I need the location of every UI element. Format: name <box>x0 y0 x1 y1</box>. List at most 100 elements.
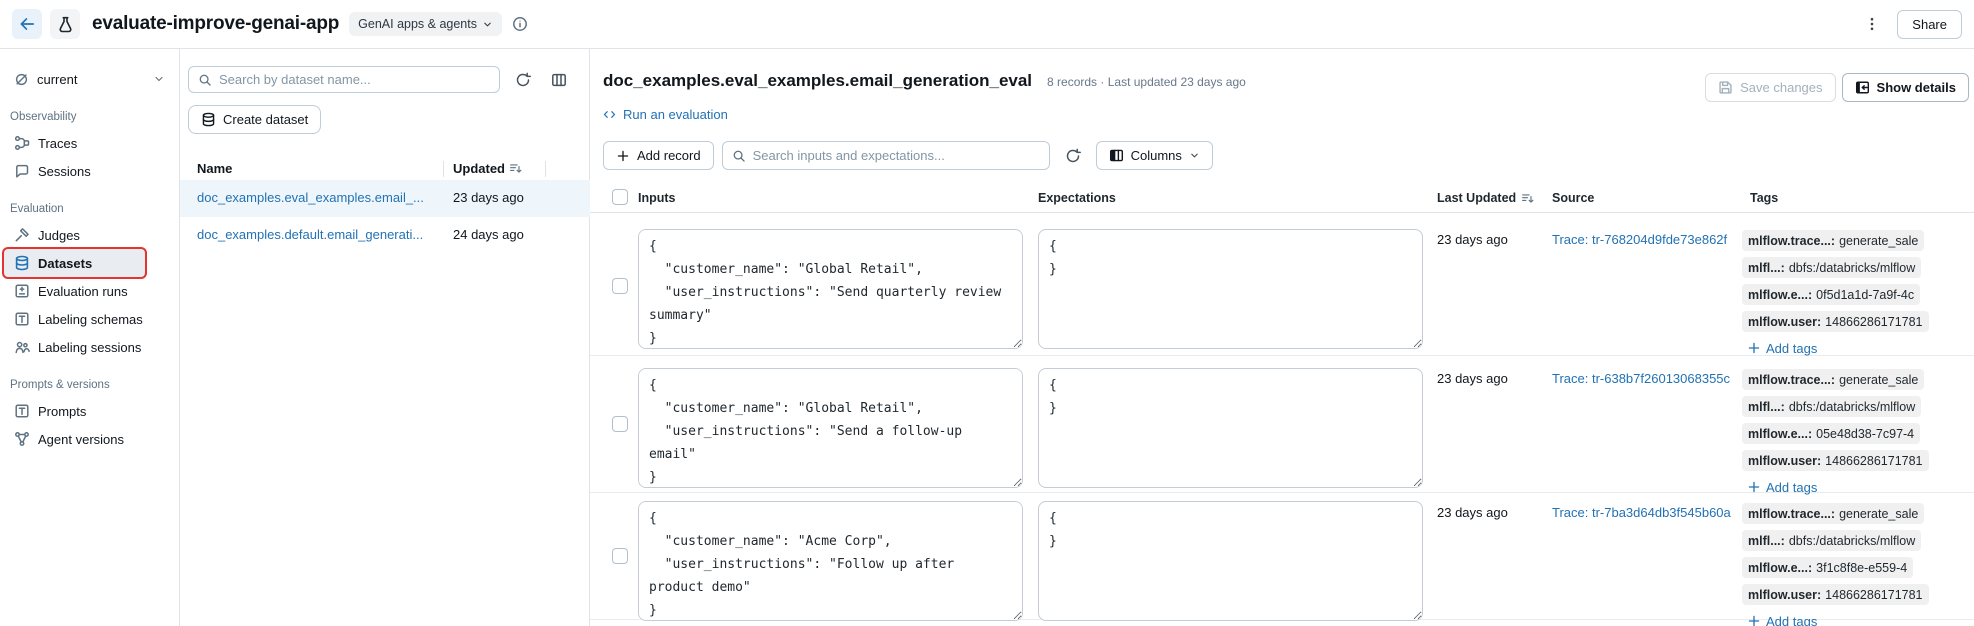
experiment-version-selector[interactable]: current <box>6 65 173 93</box>
column-divider <box>545 161 546 177</box>
expectations-json-editor[interactable]: { } <box>1038 229 1423 349</box>
app-root: evaluate-improve-genai-app GenAI apps & … <box>0 0 1974 626</box>
record-last-updated: 23 days ago <box>1437 232 1508 247</box>
tag-pill[interactable]: mlflow.e... :0f5d1a1d-7a9f-4c <box>1742 284 1920 305</box>
columns-dropdown-button[interactable]: Columns <box>1096 141 1213 170</box>
sidebar-item-label: Prompts <box>38 404 86 419</box>
labeling-sessions-icon <box>14 339 30 355</box>
tag-pill[interactable]: mlflow.trace...:generate_sale <box>1742 369 1924 390</box>
run-evaluation-link[interactable]: Run an evaluation <box>603 107 728 122</box>
dataset-list-row[interactable]: doc_examples.default.email_generati... 2… <box>180 217 590 254</box>
add-tags-button[interactable]: Add tags <box>1747 338 1817 358</box>
add-record-button[interactable]: Add record <box>603 141 714 170</box>
tag-pill[interactable]: mlflow.user:14866286171781 <box>1742 311 1929 332</box>
labeling-schemas-icon <box>14 311 30 327</box>
dataset-panel-toolbar <box>188 66 582 93</box>
records-table-header: Inputs Expectations Last Updated Source … <box>590 189 1974 213</box>
save-changes-button[interactable]: Save changes <box>1705 73 1835 102</box>
evaluation-runs-icon <box>14 283 30 299</box>
source-column-header: Source <box>1552 191 1594 205</box>
dataset-name-link[interactable]: doc_examples.eval_examples.email_... <box>197 190 424 205</box>
last-updated-column-header[interactable]: Last Updated <box>1437 191 1534 205</box>
tag-pill[interactable]: mlflow.user:14866286171781 <box>1742 584 1929 605</box>
version-icon <box>14 72 29 87</box>
trace-source-link[interactable]: Trace: tr-768204d9fde73e862f <box>1552 232 1727 247</box>
expectations-json-editor[interactable]: { } <box>1038 501 1423 621</box>
info-icon[interactable] <box>512 16 528 32</box>
records-refresh-button[interactable] <box>1060 143 1086 169</box>
expectations-json-editor[interactable]: { } <box>1038 368 1423 488</box>
records-table-body: { "customer_name": "Global Retail", "use… <box>590 217 1974 620</box>
row-checkbox[interactable] <box>612 416 628 432</box>
show-details-button[interactable]: Show details <box>1842 73 1969 102</box>
sidebar-item-label: Sessions <box>38 164 91 179</box>
share-button[interactable]: Share <box>1897 10 1962 39</box>
back-button[interactable] <box>12 9 42 39</box>
tags-column-header: Tags <box>1750 191 1778 205</box>
dataset-updated: 24 days ago <box>453 227 524 242</box>
records-toolbar: Add record Columns <box>603 141 1213 170</box>
updated-column-header[interactable]: Updated <box>453 161 522 176</box>
records-search-input[interactable] <box>753 148 1040 163</box>
tag-pill[interactable]: mlflow.e... :3f1c8f8e-e559-4 <box>1742 557 1913 578</box>
overflow-menu-button[interactable] <box>1857 9 1887 39</box>
tag-pill[interactable]: mlfl...:dbfs:/databricks/mlflow <box>1742 396 1921 417</box>
dataset-refresh-button[interactable] <box>510 67 536 93</box>
tag-pill[interactable]: mlfl...:dbfs:/databricks/mlflow <box>1742 257 1921 278</box>
sidebar-item-labeling-schemas[interactable]: Labeling schemas <box>4 305 145 333</box>
tag-pill[interactable]: mlflow.user:14866286171781 <box>1742 450 1929 471</box>
inputs-column-header: Inputs <box>638 191 676 205</box>
sidebar-item-sessions[interactable]: Sessions <box>4 157 145 185</box>
sidebar-item-datasets[interactable]: Datasets <box>4 249 145 277</box>
record-tags: mlflow.trace...:generate_sale mlfl...:db… <box>1742 230 1929 358</box>
judges-icon <box>14 227 30 243</box>
dataset-columns-button[interactable] <box>546 67 572 93</box>
trace-source-link[interactable]: Trace: tr-638b7f26013068355c <box>1552 371 1730 386</box>
app-type-dropdown[interactable]: GenAI apps & agents <box>349 12 502 36</box>
create-dataset-label: Create dataset <box>223 112 308 127</box>
tag-pill[interactable]: mlflow.trace...:generate_sale <box>1742 503 1924 524</box>
search-icon <box>732 149 746 163</box>
dataset-name-link[interactable]: doc_examples.default.email_generati... <box>197 227 423 242</box>
dataset-detail-panel: doc_examples.eval_examples.email_generat… <box>590 49 1974 626</box>
sidebar-section-evaluation: Evaluation <box>10 203 179 215</box>
add-tags-button[interactable]: Add tags <box>1747 611 1817 626</box>
dataset-search-input[interactable] <box>219 72 490 87</box>
select-all-checkbox[interactable] <box>612 189 628 205</box>
sidebar-item-traces[interactable]: Traces <box>4 129 145 157</box>
sidebar-item-labeling-sessions[interactable]: Labeling sessions <box>4 333 145 361</box>
inputs-json-editor[interactable]: { "customer_name": "Global Retail", "use… <box>638 229 1023 349</box>
sidebar-item-label: Agent versions <box>38 432 124 447</box>
plus-icon <box>1747 341 1761 355</box>
tag-pill[interactable]: mlflow.trace...:generate_sale <box>1742 230 1924 251</box>
sidebar-item-prompts[interactable]: Prompts <box>4 397 145 425</box>
row-checkbox[interactable] <box>612 278 628 294</box>
dataset-list-header: Name Updated <box>180 160 590 180</box>
sessions-icon <box>14 163 30 179</box>
panel-icon <box>1855 80 1870 95</box>
dataset-title: doc_examples.eval_examples.email_generat… <box>603 71 1032 91</box>
inputs-json-editor[interactable]: { "customer_name": "Acme Corp", "user_in… <box>638 501 1023 621</box>
sidebar-item-evaluation-runs[interactable]: Evaluation runs <box>4 277 145 305</box>
sidebar-item-agent-versions[interactable]: Agent versions <box>4 425 145 453</box>
tag-pill[interactable]: mlfl...:dbfs:/databricks/mlflow <box>1742 530 1921 551</box>
sidebar-item-judges[interactable]: Judges <box>4 221 145 249</box>
save-icon <box>1718 80 1733 95</box>
record-last-updated: 23 days ago <box>1437 505 1508 520</box>
columns-icon <box>1109 148 1124 163</box>
tag-pill[interactable]: mlflow.e... :05e48d38-7c97-4 <box>1742 423 1920 444</box>
plus-icon <box>1747 480 1761 494</box>
dataset-list-row-selected[interactable]: doc_examples.eval_examples.email_... 23 … <box>180 180 590 217</box>
traces-icon <box>14 135 30 151</box>
page-title: evaluate-improve-genai-app <box>92 13 339 35</box>
column-divider <box>443 161 444 177</box>
inputs-json-editor[interactable]: { "customer_name": "Global Retail", "use… <box>638 368 1023 488</box>
refresh-icon <box>1065 148 1081 164</box>
datasets-icon <box>201 112 216 127</box>
trace-source-link[interactable]: Trace: tr-7ba3d64db3f545b60a <box>1552 505 1731 520</box>
row-checkbox[interactable] <box>612 548 628 564</box>
create-dataset-button[interactable]: Create dataset <box>188 105 321 134</box>
agent-versions-icon <box>14 431 30 447</box>
refresh-icon <box>515 72 531 88</box>
sidebar-section-prompts-versions: Prompts & versions <box>10 379 179 391</box>
